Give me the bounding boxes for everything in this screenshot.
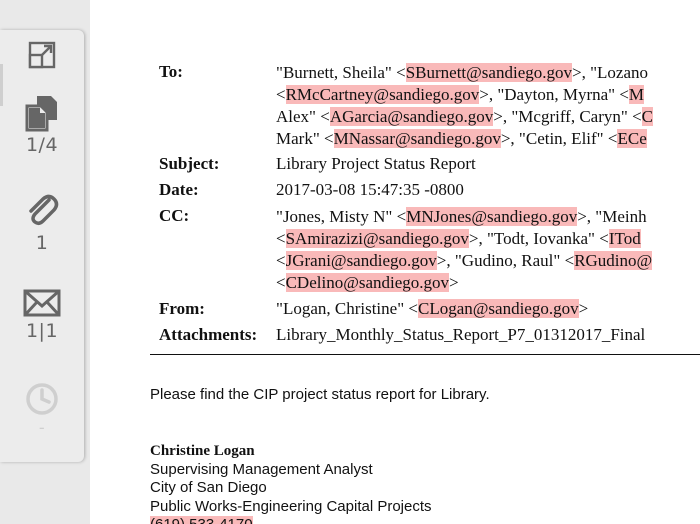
header-text: "Burnett, Sheila" <: [276, 63, 406, 82]
expand-button[interactable]: [0, 40, 84, 70]
messages-count: 1|1: [25, 320, 59, 342]
cc-label: CC:: [159, 206, 190, 225]
attachment-filename[interactable]: Library_Monthly_Status_Report_P7_0131201…: [276, 325, 645, 345]
date-label: Date:: [159, 180, 199, 199]
date-value: 2017-03-08 15:47:35 -0800: [276, 180, 464, 199]
header-text: Mark" <: [276, 129, 334, 148]
header-text: >, "Meinh: [577, 207, 647, 226]
header-text: >, "Dayton, Myrna" <: [479, 85, 629, 104]
email-address[interactable]: AGarcia@sandiego.gov: [329, 107, 494, 126]
paperclip-icon: [29, 194, 59, 226]
from-value: "Logan, Christine" <CLogan@sandiego.gov>: [276, 299, 588, 319]
sidebar: 1/4 1 1|1 -: [0, 0, 90, 524]
subject-value: Library Project Status Report: [276, 154, 476, 173]
email-address[interactable]: CLogan@sandiego.gov: [417, 299, 579, 318]
signature-org: City of San Diego: [150, 479, 267, 496]
email-address[interactable]: SAmirazizi@sandiego.gov: [285, 229, 469, 248]
header-text: >: [449, 273, 459, 292]
expand-icon: [28, 41, 56, 69]
email-address[interactable]: CDelino@sandiego.gov: [285, 273, 450, 292]
email-address[interactable]: SBurnett@sandiego.gov: [405, 63, 572, 82]
clock-icon: [26, 383, 58, 415]
header-text: >: [578, 299, 589, 318]
header-text: <: [276, 273, 286, 292]
header-text: >, "Todt, Iovanka" <: [468, 229, 609, 248]
signature-dept: Public Works-Engineering Capital Project…: [150, 497, 432, 515]
email-address[interactable]: JGrani@sandiego.gov: [285, 251, 437, 270]
attachments-count: 1: [35, 232, 49, 254]
attachments-label: Attachments:: [159, 325, 258, 344]
email-address[interactable]: MNJones@sandiego.gov: [406, 207, 578, 226]
from-label: From:: [159, 299, 205, 318]
header-text: >, "Gudino, Raul" <: [436, 251, 575, 270]
header-text: Alex" <: [276, 107, 330, 126]
email-address[interactable]: ITod: [608, 229, 641, 248]
subject-label: Subject:: [159, 154, 220, 173]
email-address[interactable]: C: [641, 107, 654, 126]
envelope-icon: [23, 289, 61, 317]
pages-button[interactable]: 1/4: [0, 94, 84, 156]
signature-name: Christine Logan: [150, 443, 255, 459]
cc-value: "Jones, Misty N" <MNJones@sandiego.gov>,…: [276, 206, 653, 294]
header-text: <: [276, 229, 286, 248]
email-body: Please find the CIP project status repor…: [150, 386, 490, 403]
header-text: <: [276, 85, 286, 104]
header-line: <CDelino@sandiego.gov>: [276, 272, 652, 294]
header-text: >, "Cetin, Elif" <: [500, 129, 618, 148]
messages-button[interactable]: 1|1: [0, 288, 84, 342]
header-text: "Jones, Misty N" <: [276, 207, 407, 226]
email-address[interactable]: RGudino@: [574, 251, 653, 270]
header-line: "Burnett, Sheila" <SBurnett@sandiego.gov…: [276, 62, 653, 84]
email-address[interactable]: MNassar@sandiego.gov: [333, 129, 501, 148]
header-text: >, "Lozano: [571, 63, 648, 82]
attachments-button[interactable]: 1: [0, 192, 84, 254]
to-label: To:: [159, 62, 183, 81]
signature-phone: (619) 533-4170: [150, 516, 253, 524]
email-address[interactable]: M: [628, 85, 645, 104]
header-line: <JGrani@sandiego.gov>, "Gudino, Raul" <R…: [276, 250, 653, 272]
header-line: Mark" <MNassar@sandiego.gov>, "Cetin, El…: [276, 128, 653, 150]
sidebar-panel: 1/4 1 1|1 -: [0, 30, 84, 462]
header-divider: [150, 354, 700, 355]
header-line: <RMcCartney@sandiego.gov>, "Dayton, Myrn…: [276, 84, 653, 106]
header-text: "Logan, Christine" <: [276, 299, 418, 318]
history-count: -: [38, 418, 46, 437]
to-value: "Burnett, Sheila" <SBurnett@sandiego.gov…: [276, 62, 654, 150]
header-text: >, "Mcgriff, Caryn" <: [493, 107, 642, 126]
email-address[interactable]: RMcCartney@sandiego.gov: [285, 85, 480, 104]
signature-title: Supervising Management Analyst: [150, 460, 373, 478]
pages-count: 1/4: [25, 134, 59, 156]
email-address[interactable]: ECe: [617, 129, 647, 148]
header-line: "Logan, Christine" <CLogan@sandiego.gov>: [276, 299, 588, 319]
history-button[interactable]: -: [0, 382, 84, 437]
signature: Christine Logan Supervising Management A…: [150, 442, 432, 524]
header-line: <SAmirazizi@sandiego.gov>, "Todt, Iovank…: [276, 228, 652, 250]
pages-icon: [25, 96, 57, 132]
document-page: To: "Burnett, Sheila" <SBurnett@sandiego…: [90, 0, 700, 524]
header-text: <: [276, 251, 286, 270]
header-line: Alex" <AGarcia@sandiego.gov>, "Mcgriff, …: [276, 106, 654, 128]
header-line: "Jones, Misty N" <MNJones@sandiego.gov>,…: [276, 206, 652, 228]
